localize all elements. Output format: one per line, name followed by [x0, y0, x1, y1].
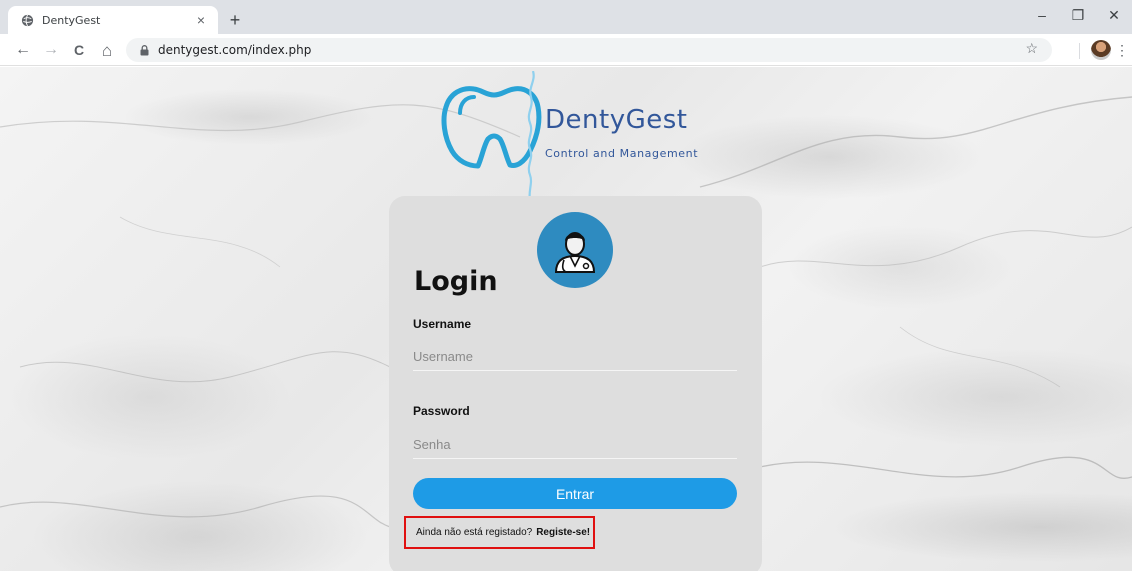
- brand-tagline: Control and Management: [545, 147, 699, 160]
- profile-avatar[interactable]: [1091, 40, 1111, 60]
- username-label: Username: [413, 317, 472, 331]
- restore-button[interactable]: ❐: [1060, 0, 1096, 30]
- browser-toolbar: ← → C ⌂ dentygest.com/index.php ☆ ⋮: [0, 34, 1132, 66]
- minimize-button[interactable]: –: [1024, 0, 1060, 30]
- doctor-avatar-icon: [537, 212, 613, 288]
- address-bar[interactable]: dentygest.com/index.php ☆: [126, 38, 1052, 62]
- globe-icon: [20, 13, 34, 27]
- brand-name: DentyGest: [545, 105, 688, 135]
- tab-title: DentyGest: [42, 13, 101, 27]
- login-button[interactable]: Entrar: [413, 478, 737, 509]
- new-tab-button[interactable]: +: [224, 9, 246, 31]
- tooth-logo-icon: [441, 71, 542, 201]
- register-link[interactable]: Registe-se!: [536, 527, 590, 538]
- home-button[interactable]: ⌂: [96, 39, 118, 61]
- browser-tab[interactable]: DentyGest ×: [8, 6, 218, 34]
- toolbar-divider: [1079, 43, 1080, 59]
- register-prompt: Ainda não está registado?: [416, 527, 533, 538]
- page-content: DentyGest Control and Management Login U…: [0, 67, 1132, 571]
- login-card: Login Username Password Entrar Ainda não…: [389, 196, 762, 571]
- register-highlight: Ainda não está registado? Registe-se!: [404, 516, 595, 549]
- back-button[interactable]: ←: [12, 39, 34, 61]
- password-label: Password: [413, 404, 470, 418]
- tab-strip: DentyGest × + – ❐ ✕: [0, 0, 1132, 34]
- bookmark-star-icon[interactable]: ☆: [1025, 40, 1038, 57]
- url-text: dentygest.com/index.php: [158, 43, 312, 57]
- username-input[interactable]: [413, 343, 737, 371]
- tab-close-icon[interactable]: ×: [192, 11, 210, 29]
- password-input[interactable]: [413, 431, 737, 459]
- lock-icon[interactable]: [138, 44, 150, 56]
- forward-button[interactable]: →: [40, 39, 62, 61]
- reload-button[interactable]: C: [68, 39, 90, 61]
- menu-icon[interactable]: ⋮: [1115, 40, 1129, 60]
- login-title: Login: [414, 266, 498, 297]
- close-window-button[interactable]: ✕: [1096, 0, 1132, 30]
